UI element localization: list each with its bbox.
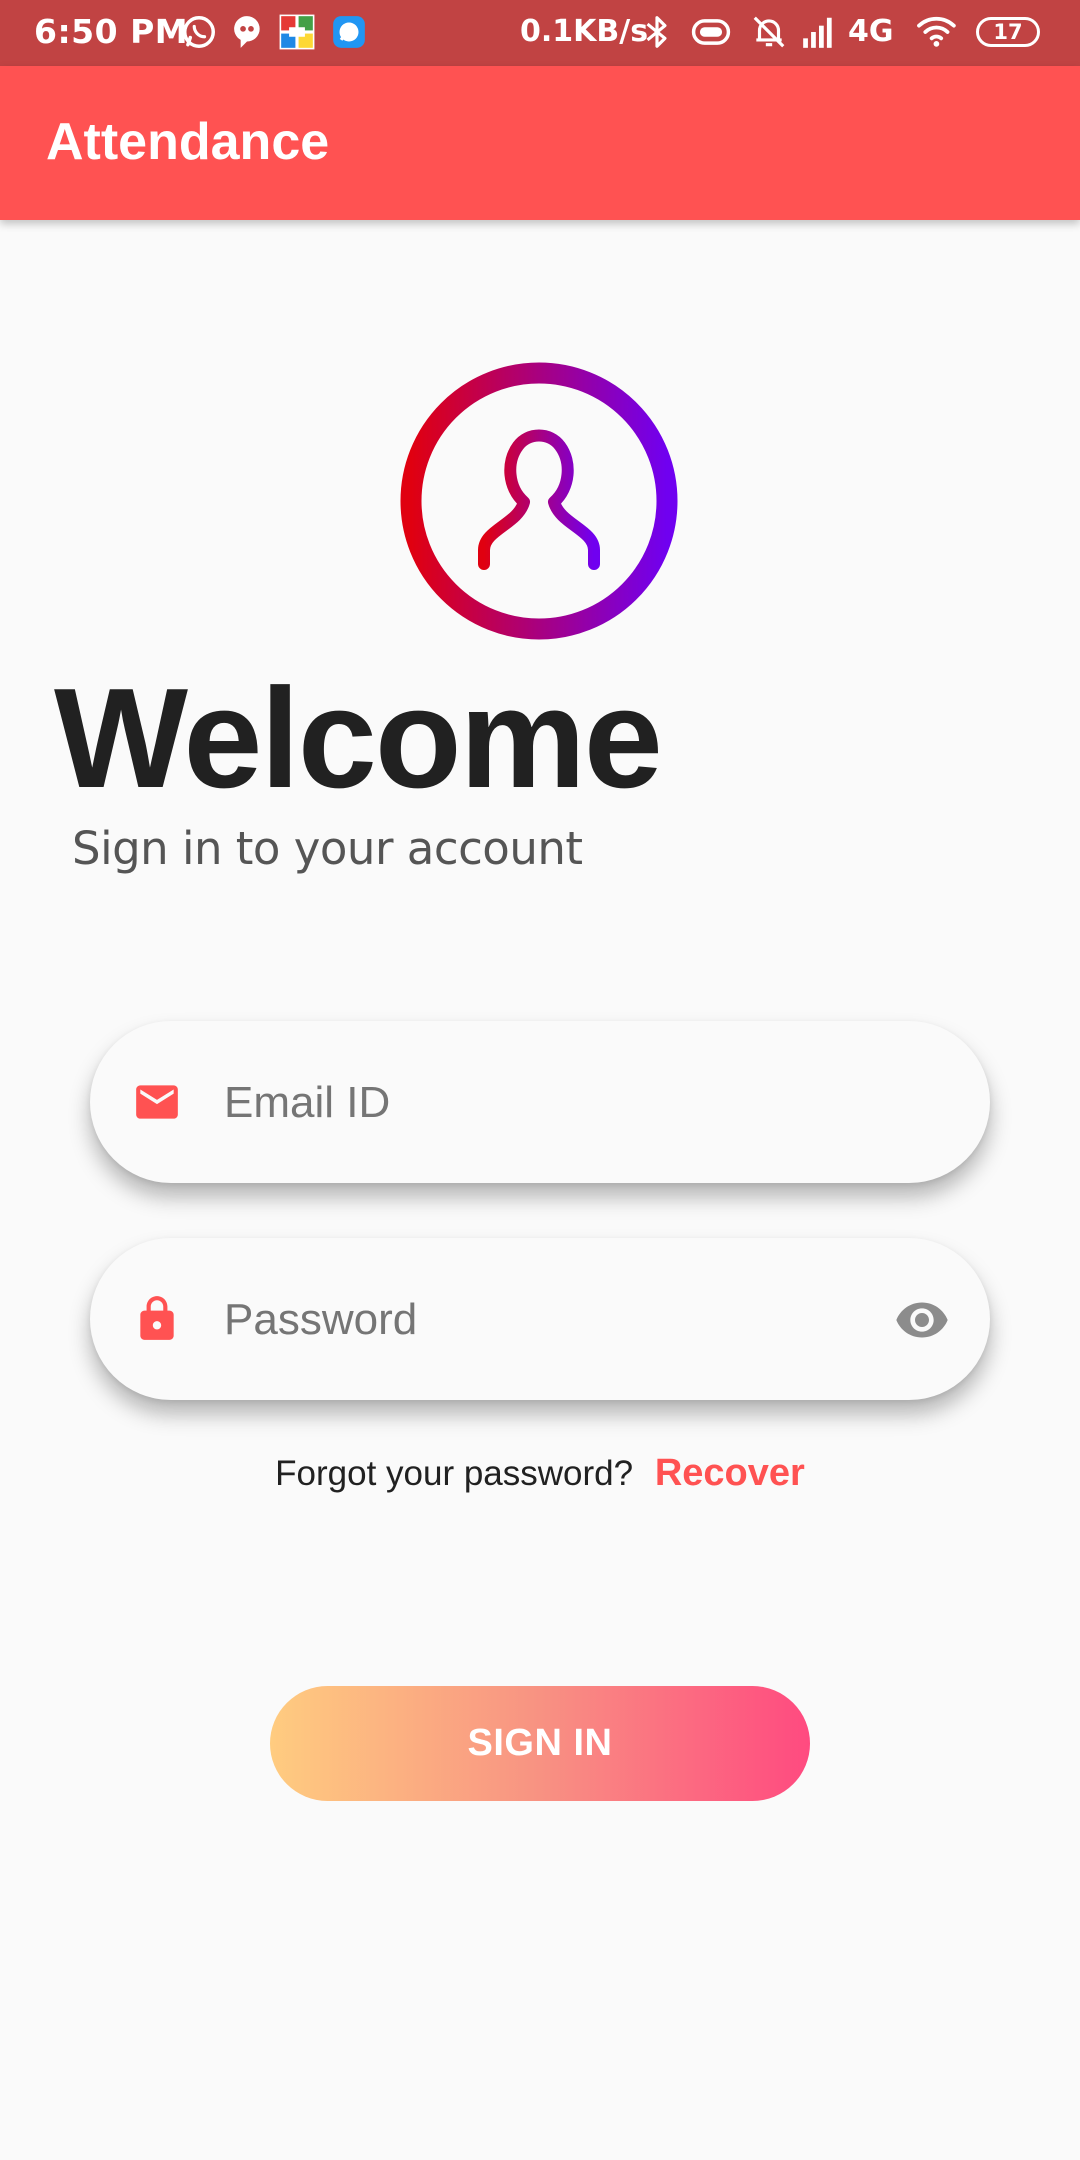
- app-title: Attendance: [46, 113, 330, 171]
- password-input[interactable]: [222, 1278, 866, 1362]
- hike-icon: [234, 16, 260, 48]
- status-time: 6:50 PM: [34, 12, 189, 51]
- welcome-title: Welcome: [54, 659, 663, 818]
- email-field[interactable]: [90, 1021, 990, 1183]
- sign-in-button[interactable]: SIGN IN: [270, 1686, 810, 1801]
- wifi-icon: [917, 16, 956, 47]
- lock-icon: [140, 1296, 174, 1340]
- network-speed: 0.1KB/s: [520, 14, 649, 49]
- whatsapp-icon: [183, 16, 215, 48]
- battery-level: 17: [993, 20, 1023, 44]
- mute-bell-icon: [753, 16, 785, 48]
- messages-app-icon: [333, 16, 365, 48]
- email-input[interactable]: [222, 1061, 866, 1145]
- welcome-subtitle: Sign in to your account: [72, 822, 583, 875]
- eye-icon[interactable]: [890, 1292, 954, 1348]
- battery-icon: 17: [976, 17, 1040, 47]
- bluetooth-icon: [646, 16, 667, 48]
- forgot-password-text: Forgot your password?: [275, 1454, 634, 1493]
- password-field[interactable]: [90, 1238, 990, 1400]
- login-screen: 6:50 PM 0.1KB/s 4G 17 Attendance Welcome…: [0, 0, 1080, 2160]
- ludo-app-icon: [279, 14, 315, 50]
- user-circle-icon: [400, 362, 678, 640]
- network-type: 4G: [848, 14, 894, 49]
- status-bar: 6:50 PM 0.1KB/s 4G 17: [0, 0, 1080, 66]
- signal-icon: [803, 17, 832, 48]
- recover-link[interactable]: Recover: [655, 1452, 805, 1494]
- forgot-password-row: Forgot your password? Recover: [0, 1452, 1080, 1495]
- mail-icon: [136, 1085, 178, 1119]
- vibrate-icon: [691, 19, 731, 45]
- app-bar: Attendance: [0, 66, 1080, 220]
